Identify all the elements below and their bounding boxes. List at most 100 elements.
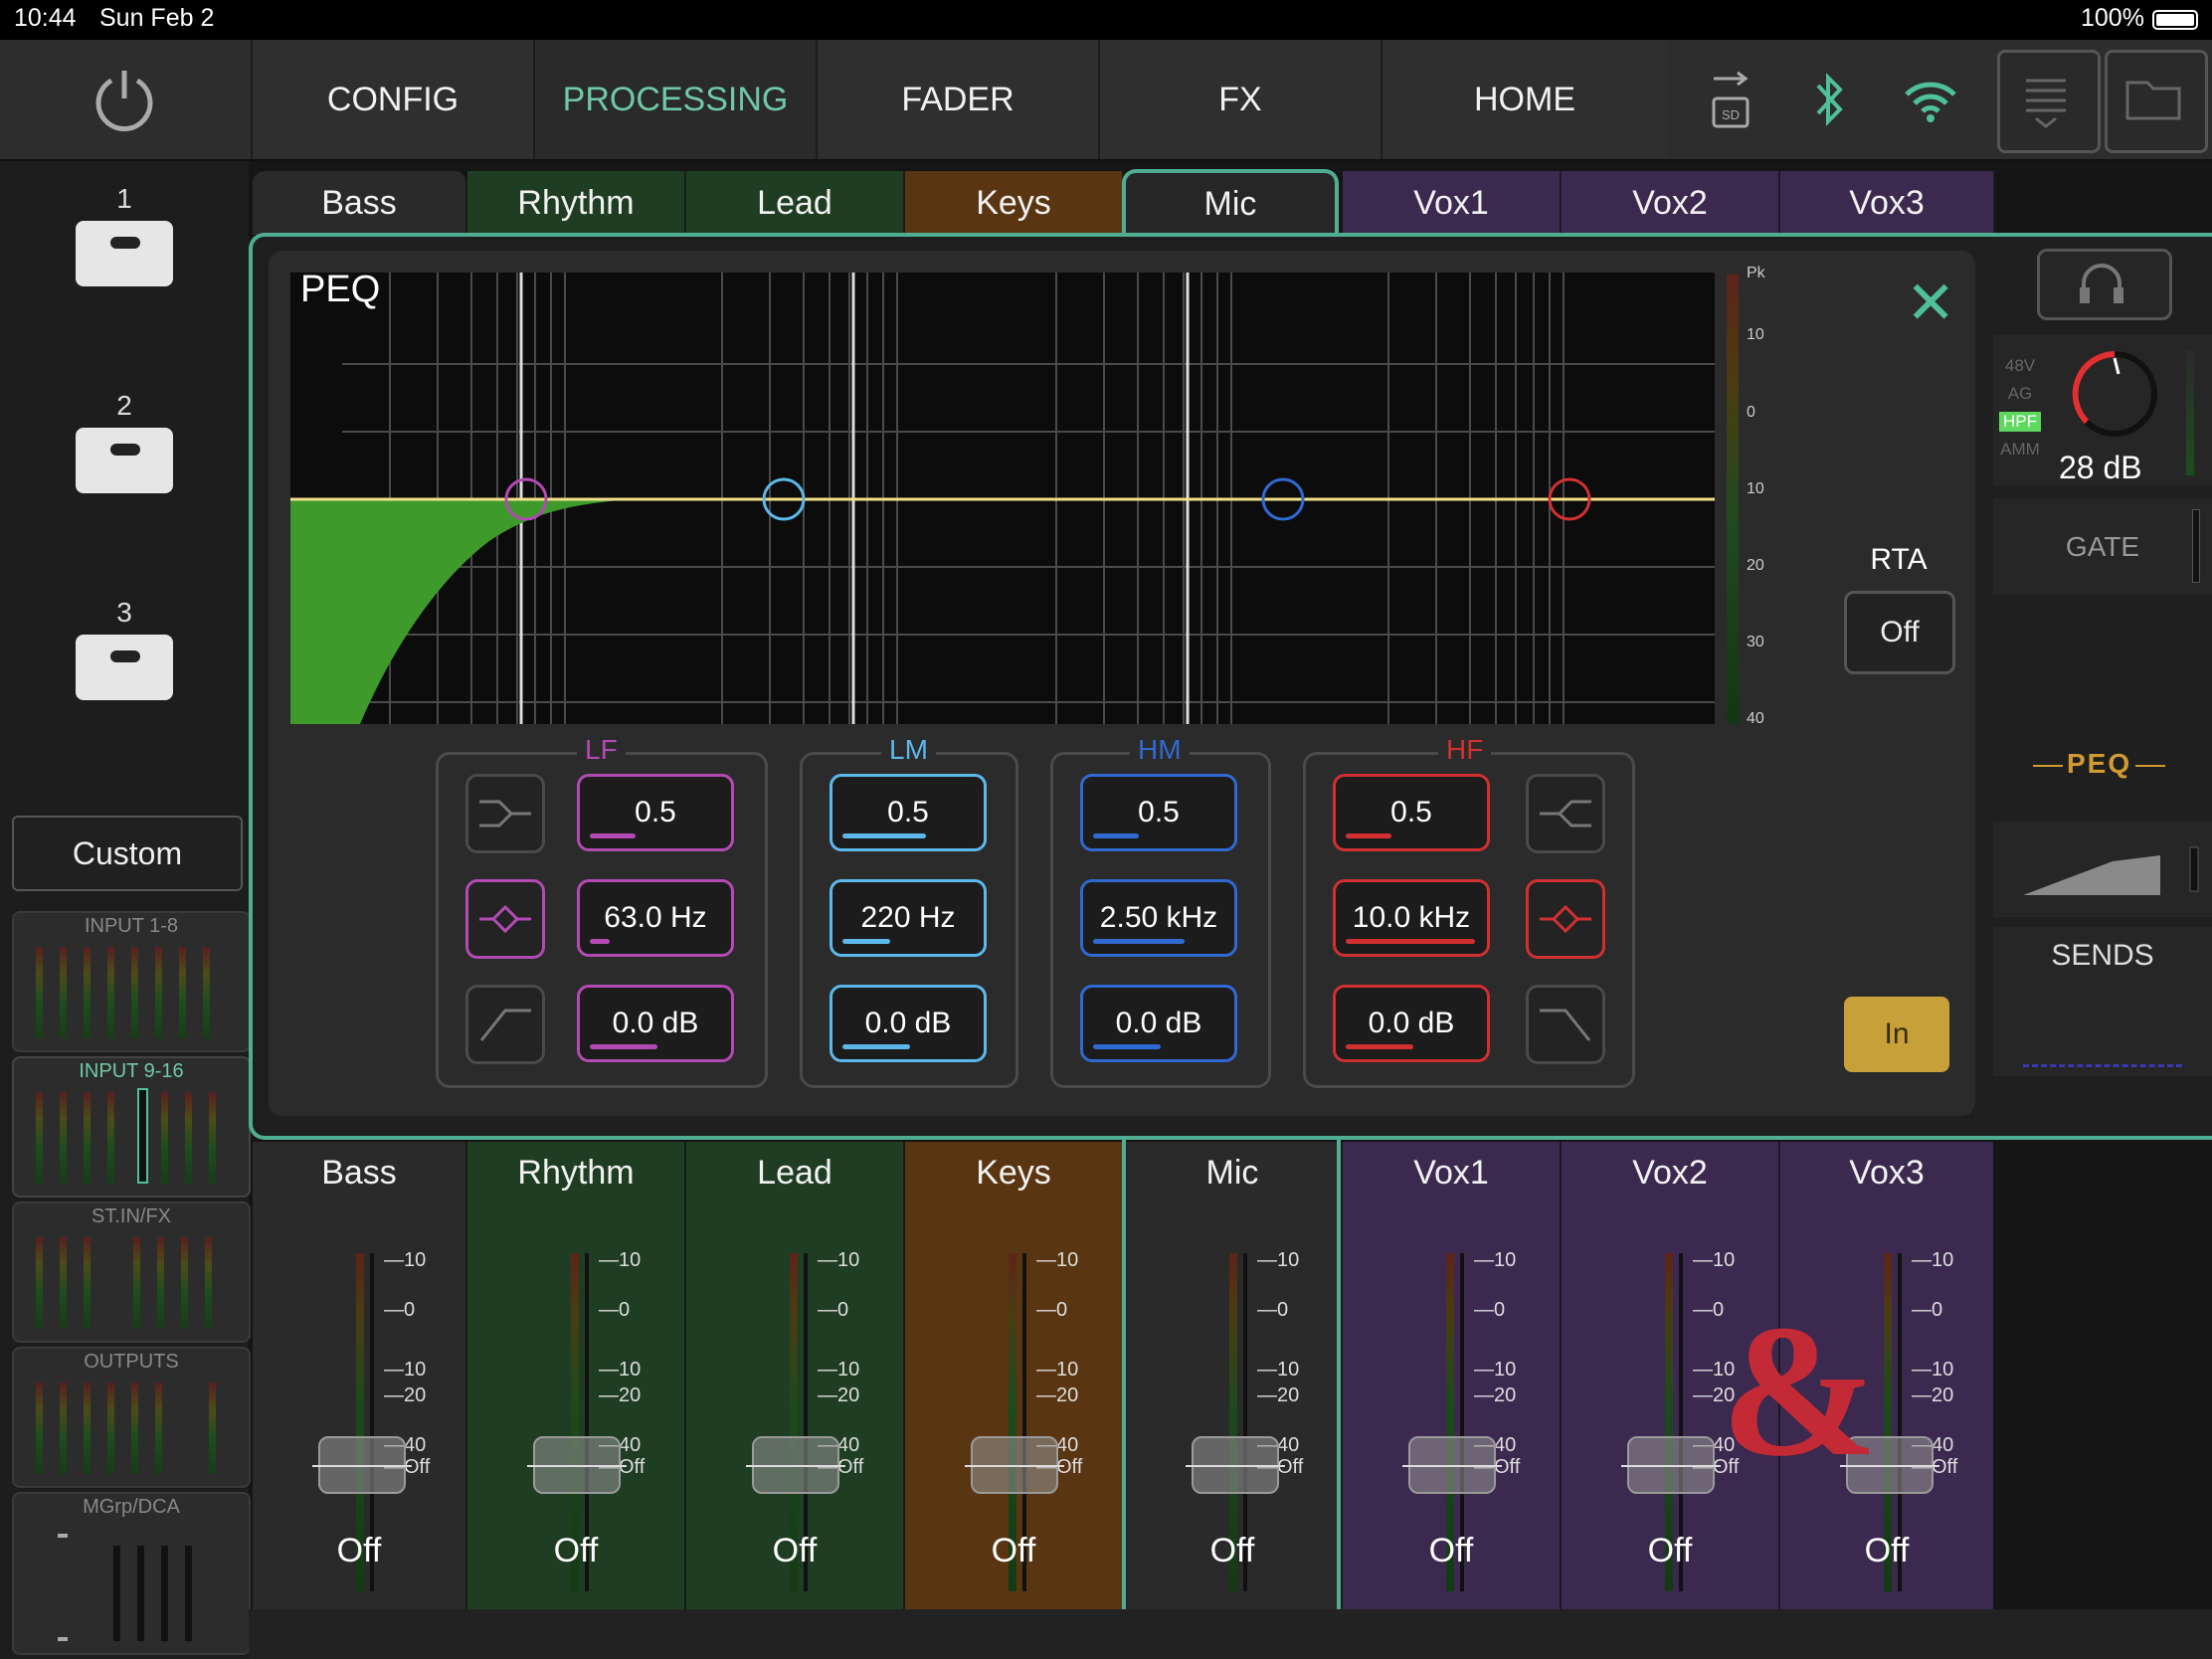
lm-freq-value: 220 Hz xyxy=(860,901,956,934)
custom-button[interactable]: Custom xyxy=(12,816,243,891)
lf-bell-shape-button[interactable] xyxy=(465,879,545,959)
hf-q-knob[interactable]: 0.5 xyxy=(1333,774,1490,851)
channel-strip: Mic100102040OffOff xyxy=(1126,1142,1339,1609)
bell-icon xyxy=(479,904,531,934)
channel-strip: Vox1100102040OffOff xyxy=(1343,1142,1560,1609)
tab-fader[interactable]: FADER xyxy=(816,40,1098,159)
channel-strip: Bass100102040OffOff xyxy=(253,1142,465,1609)
lf-band-label: LF xyxy=(577,734,626,766)
bank-label: OUTPUTS xyxy=(84,1351,179,1373)
hm-gain-knob[interactable]: 0.0 dB xyxy=(1080,985,1237,1062)
bluetooth-icon[interactable] xyxy=(1800,60,1860,139)
tab-home[interactable]: HOME xyxy=(1381,40,1667,159)
fader-value: Off xyxy=(553,1532,599,1569)
fader-scale-label: 10 xyxy=(1036,1249,1078,1272)
headphone-button[interactable] xyxy=(2037,249,2172,320)
channel-tab-rhythm[interactable]: Rhythm xyxy=(467,171,686,235)
peq-in-button[interactable]: In xyxy=(1844,997,1949,1072)
fader-scale-label: 10 xyxy=(384,1249,426,1272)
sends-label: SENDS xyxy=(2051,939,2154,972)
lf-shelf-shape-button[interactable] xyxy=(465,774,545,853)
scene-2-button[interactable] xyxy=(76,428,173,493)
scene-3-button[interactable] xyxy=(76,635,173,700)
lm-freq-knob[interactable]: 220 Hz xyxy=(830,879,987,957)
channel-tab-lead[interactable]: Lead xyxy=(686,171,905,235)
tab-fx[interactable]: FX xyxy=(1098,40,1381,159)
svg-text:SD: SD xyxy=(1722,107,1740,122)
eq-thumbnail[interactable] xyxy=(1993,822,2212,917)
scene-1-button[interactable] xyxy=(76,221,173,286)
fader-cap[interactable] xyxy=(1402,1436,1502,1494)
strip-divider xyxy=(1341,1142,1343,1609)
fader-scale-label: 10 xyxy=(1257,1359,1299,1382)
fader-scale-label: 20 xyxy=(818,1384,859,1407)
hm-freq-knob[interactable]: 2.50 kHz xyxy=(1080,879,1237,957)
hf-freq-knob[interactable]: 10.0 kHz xyxy=(1333,879,1490,957)
lf-q-knob[interactable]: 0.5 xyxy=(577,774,734,851)
lf-hpf-shape-button[interactable] xyxy=(465,985,545,1064)
fader-cap[interactable] xyxy=(312,1436,412,1494)
fader-scale-label: 20 xyxy=(1257,1384,1299,1407)
meter-label: 0 xyxy=(1747,404,1755,421)
channel-name: Lead xyxy=(757,1154,832,1192)
meter-label: 10 xyxy=(1747,480,1764,497)
lf-gain-knob[interactable]: 0.0 dB xyxy=(577,985,734,1062)
usb-sd-icon: SD xyxy=(1701,60,1760,139)
fader-scale-label: 10 xyxy=(1474,1359,1516,1382)
meter-label: 40 xyxy=(1747,710,1764,727)
wifi-icon[interactable] xyxy=(1896,60,1965,139)
bank-outputs[interactable]: OUTPUTS xyxy=(12,1347,251,1488)
meter-label: 10 xyxy=(1747,326,1764,343)
gain-knob[interactable] xyxy=(2065,344,2164,449)
selection-border-left xyxy=(1122,1140,1126,1651)
gate-button[interactable]: GATE xyxy=(1993,499,2212,595)
fader-cap[interactable] xyxy=(965,1436,1064,1494)
hm-band-label: HM xyxy=(1130,734,1190,766)
hf-shelf-shape-button[interactable] xyxy=(1526,774,1605,853)
lm-q-knob[interactable]: 0.5 xyxy=(830,774,987,851)
channel-tab-bass[interactable]: Bass xyxy=(253,171,467,235)
hm-q-knob[interactable]: 0.5 xyxy=(1080,774,1237,851)
rta-toggle[interactable]: Off xyxy=(1844,591,1955,674)
close-icon[interactable]: ✕ xyxy=(1906,269,1955,338)
channel-tab-vox3[interactable]: Vox3 xyxy=(1780,171,1995,235)
fader-scale-label: 10 xyxy=(1474,1249,1516,1272)
hf-gain-knob[interactable]: 0.0 dB xyxy=(1333,985,1490,1062)
menu-button[interactable] xyxy=(1997,50,2101,153)
tab-config[interactable]: CONFIG xyxy=(251,40,533,159)
hm-q-value: 0.5 xyxy=(1138,796,1180,829)
hf-bell-shape-button[interactable] xyxy=(1526,879,1605,959)
lf-freq-knob[interactable]: 63.0 Hz xyxy=(577,879,734,957)
bank-input-9-16[interactable]: INPUT 9-16 xyxy=(12,1056,251,1198)
channel-name: Keys xyxy=(976,1154,1051,1192)
channel-tab-keys[interactable]: Keys xyxy=(905,171,1124,235)
channel-strip: Rhythm100102040OffOff xyxy=(467,1142,684,1609)
tab-processing[interactable]: PROCESSING xyxy=(533,40,816,159)
bank-st-in-fx[interactable]: ST.IN/FX xyxy=(12,1201,251,1343)
bank-label: ST.IN/FX xyxy=(91,1205,171,1227)
channel-tab-mic[interactable]: Mic xyxy=(1122,169,1339,235)
channel-tab-vox1[interactable]: Vox1 xyxy=(1343,171,1562,235)
hpf-label: HPF xyxy=(1999,412,2041,432)
folder-button[interactable] xyxy=(2105,50,2208,153)
power-icon[interactable] xyxy=(0,40,249,159)
lm-gain-knob[interactable]: 0.0 dB xyxy=(830,985,987,1062)
fader-cap[interactable] xyxy=(746,1436,845,1494)
lf-q-value: 0.5 xyxy=(635,796,676,829)
channel-tab-vox2[interactable]: Vox2 xyxy=(1562,171,1780,235)
fader-scale-label: 20 xyxy=(1036,1384,1078,1407)
fader-cap[interactable] xyxy=(1186,1436,1285,1494)
bank-input-1-8[interactable]: INPUT 1-8 xyxy=(12,911,251,1052)
fader-value: Off xyxy=(1647,1532,1693,1569)
bank-mgrp-dca[interactable]: MGrp/DCA xyxy=(12,1492,251,1655)
fader-cap[interactable] xyxy=(1621,1436,1721,1494)
fader-scale-label: 0 xyxy=(599,1299,630,1322)
hf-lpf-shape-button[interactable] xyxy=(1526,985,1605,1064)
fader-value: Off xyxy=(772,1532,818,1569)
fader-scale-label: 0 xyxy=(384,1299,415,1322)
fader-cap[interactable] xyxy=(527,1436,627,1494)
channel-strip: Lead100102040OffOff xyxy=(686,1142,903,1609)
scene-number-3: 3 xyxy=(116,597,132,628)
peq-title: PEQ xyxy=(300,269,381,310)
eq-graph[interactable] xyxy=(290,273,1715,724)
